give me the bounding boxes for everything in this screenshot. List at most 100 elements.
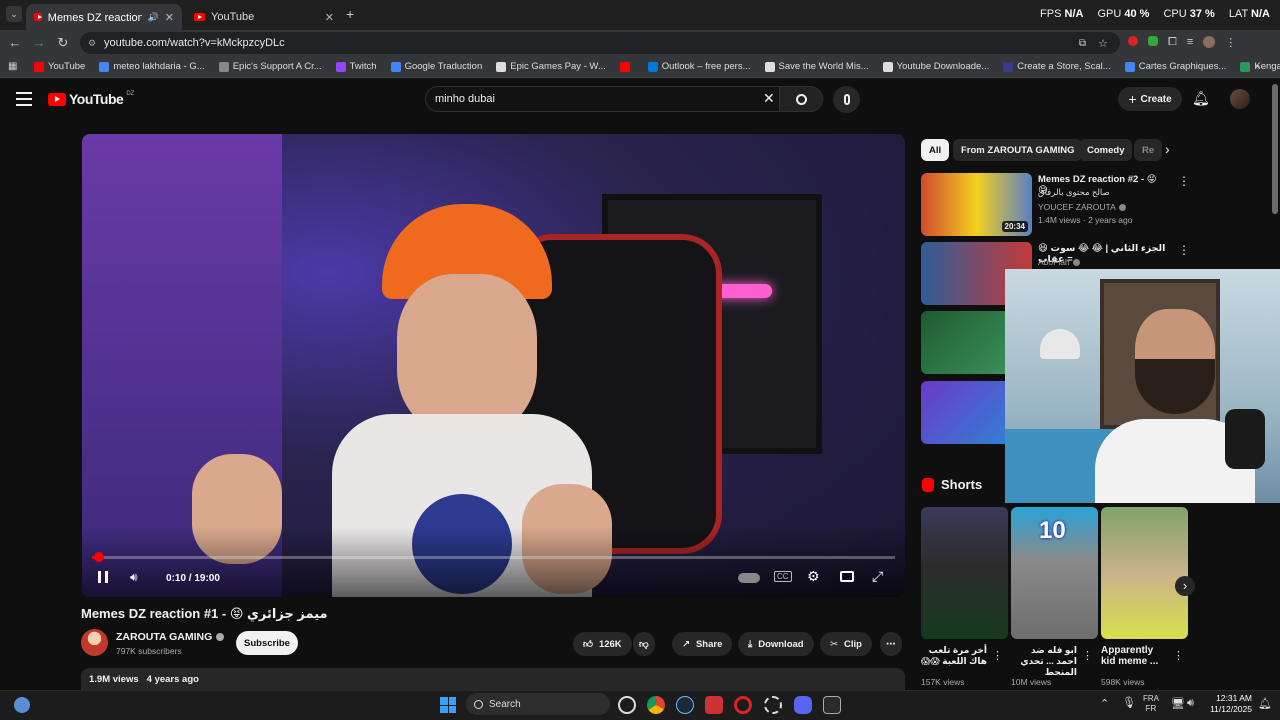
share-button[interactable]: ↗ Share bbox=[672, 632, 733, 656]
bookmark-item[interactable]: Outlook – free pers... bbox=[647, 61, 751, 72]
bookmark-star-icon[interactable]: ☆ bbox=[1098, 37, 1108, 50]
clip-button[interactable]: ✂ Clip bbox=[820, 632, 872, 656]
volume-icon[interactable]: 🔊︎ bbox=[130, 570, 138, 585]
epic-games-icon[interactable] bbox=[823, 696, 841, 714]
more-actions-button[interactable]: ⋯ bbox=[880, 632, 902, 656]
close-tab-icon[interactable]: ✕ bbox=[325, 11, 334, 24]
tray-mic-icon[interactable]: 🎙︎ bbox=[1122, 696, 1136, 709]
notifications-bell-icon[interactable]: 🔔︎ bbox=[1192, 90, 1210, 107]
pause-button[interactable] bbox=[96, 571, 110, 585]
opera-icon[interactable] bbox=[734, 696, 752, 714]
bookmark-item[interactable]: Epic's Support A Cr... bbox=[218, 61, 322, 72]
cast-icon[interactable]: ⧉ bbox=[1079, 38, 1086, 49]
bookmark-item[interactable]: meteo lakhdaria - G... bbox=[99, 61, 205, 72]
bookmark-item[interactable]: Twitch bbox=[335, 61, 377, 72]
extension-red-icon[interactable] bbox=[1128, 36, 1138, 46]
forward-icon[interactable]: → bbox=[30, 34, 48, 52]
subscribe-button[interactable]: Subscribe bbox=[236, 631, 298, 655]
search-button[interactable] bbox=[779, 86, 823, 112]
search-input[interactable]: minho dubai bbox=[425, 86, 779, 112]
progress-bar[interactable] bbox=[92, 552, 895, 562]
short-title-1[interactable]: أخر مرة تلعب هاك اللعبة 😱😱 bbox=[921, 645, 987, 667]
settings-gear-icon[interactable]: ⚙ bbox=[807, 568, 820, 585]
tab-youtube[interactable]: YouTube ✕ bbox=[186, 4, 342, 30]
channel-name[interactable]: ZAROUTA GAMING bbox=[116, 631, 225, 643]
language-indicator[interactable]: FRA FR bbox=[1143, 694, 1159, 714]
short-title-3[interactable]: Apparently kid meme ... bbox=[1101, 645, 1167, 667]
chrome-icon[interactable] bbox=[647, 696, 665, 714]
bookmark-item[interactable]: Youtube Downloade... bbox=[882, 61, 989, 72]
chip-more[interactable]: Re bbox=[1134, 139, 1163, 161]
chip-from-channel[interactable]: From ZAROUTA GAMING bbox=[953, 139, 1083, 161]
miniplayer-icon[interactable] bbox=[840, 571, 854, 582]
site-info-icon[interactable]: ⚙ bbox=[88, 38, 96, 49]
short-menu-icon[interactable]: ⋮ bbox=[992, 649, 1003, 662]
clear-search-icon[interactable]: ✕ bbox=[763, 90, 775, 107]
chip-comedy[interactable]: Comedy bbox=[1079, 139, 1133, 161]
speaker-icon[interactable]: 🔊︎ bbox=[1187, 697, 1194, 710]
bookmark-item[interactable]: Save the World Mis... bbox=[764, 61, 869, 72]
autoplay-toggle[interactable] bbox=[738, 573, 760, 583]
short-thumbnail-3[interactable] bbox=[1101, 507, 1188, 639]
notification-center-icon[interactable]: 🔔︎ bbox=[1258, 697, 1272, 710]
voice-search-button[interactable] bbox=[833, 86, 860, 113]
extension-green-icon[interactable] bbox=[1148, 36, 1158, 46]
media-control-icon[interactable]: ≡ bbox=[1187, 36, 1193, 49]
url-field[interactable]: ⚙ youtube.com/watch?v=kMckpzcyDLc ☆ ⧉ bbox=[80, 32, 1120, 54]
bookmark-item[interactable]: Epic Games Pay - W... bbox=[496, 61, 606, 72]
tab-video[interactable]: Memes DZ reaction #1 - 😝 🔊 ✕ bbox=[26, 4, 182, 30]
page-scrollbar[interactable] bbox=[1272, 84, 1278, 214]
related-menu-icon[interactable]: ⋮ bbox=[1178, 243, 1190, 257]
bookmark-item[interactable] bbox=[619, 61, 634, 72]
chips-next-icon[interactable]: › bbox=[1165, 141, 1170, 157]
short-thumbnail-2[interactable]: 10 bbox=[1011, 507, 1098, 639]
settings-app-icon[interactable] bbox=[764, 696, 782, 714]
download-button[interactable]: ⤓ Download bbox=[738, 632, 814, 656]
menu-icon[interactable] bbox=[16, 92, 32, 106]
extensions-puzzle-icon[interactable]: ⧠ bbox=[1168, 36, 1177, 49]
widgets-icon[interactable] bbox=[14, 697, 30, 713]
tray-chevron-icon[interactable]: ⌃ bbox=[1100, 697, 1109, 710]
youtube-logo[interactable]: YouTube DZ bbox=[48, 91, 134, 107]
short-menu-icon[interactable]: ⋮ bbox=[1082, 649, 1093, 662]
app-icon[interactable] bbox=[705, 696, 723, 714]
description-box[interactable]: 1.9M views 4 years ago bbox=[81, 668, 905, 690]
captions-icon[interactable]: CC bbox=[774, 571, 792, 582]
related-thumbnail-1[interactable]: 20:34 bbox=[921, 173, 1032, 236]
fullscreen-icon[interactable]: ⤢ bbox=[872, 568, 883, 585]
create-button[interactable]: + Create bbox=[1118, 87, 1182, 111]
discord-icon[interactable] bbox=[794, 696, 812, 714]
related-channel-2[interactable]: AboFlah bbox=[1038, 257, 1080, 267]
bookmark-item[interactable]: YouTube bbox=[34, 61, 85, 72]
shorts-next-button[interactable]: › bbox=[1175, 576, 1195, 596]
short-thumbnail-1[interactable] bbox=[921, 507, 1008, 639]
apps-grid-icon[interactable]: ▦ bbox=[8, 61, 17, 72]
bookmarks-overflow-icon[interactable]: » bbox=[1255, 61, 1260, 72]
bookmark-item[interactable]: Create a Store, Scal... bbox=[1003, 61, 1111, 72]
related-menu-icon[interactable]: ⋮ bbox=[1178, 174, 1190, 188]
dislike-button[interactable]: 👎︎ bbox=[633, 632, 655, 656]
network-icon[interactable]: 🖥︎ bbox=[1171, 697, 1185, 710]
tab-list-button[interactable]: ⌄ bbox=[6, 6, 22, 22]
bookmark-item[interactable]: Cartes Graphiques... bbox=[1124, 61, 1226, 72]
browser-menu-icon[interactable]: ⋮ bbox=[1225, 36, 1236, 49]
bookmark-item[interactable]: Google Traduction bbox=[390, 61, 482, 72]
account-avatar[interactable] bbox=[1230, 89, 1250, 109]
chatgpt-icon[interactable] bbox=[618, 696, 636, 714]
short-menu-icon[interactable]: ⋮ bbox=[1173, 649, 1184, 662]
channel-avatar[interactable] bbox=[81, 629, 108, 656]
start-button[interactable] bbox=[440, 697, 456, 713]
clock[interactable]: 12:31 AM 11/12/2025 bbox=[1208, 693, 1252, 715]
profile-avatar[interactable] bbox=[1203, 36, 1216, 48]
bookmark-item[interactable]: Kengan Omega 251... bbox=[1240, 61, 1280, 72]
video-player[interactable]: 🔊︎ 0:10 / 19:00 CC ⚙ ⤢ bbox=[82, 134, 905, 597]
chip-all[interactable]: All bbox=[921, 139, 950, 161]
short-title-2[interactable]: ابو فله ضد احمد ... تحدي المنحط bbox=[1011, 645, 1077, 678]
back-icon[interactable]: ← bbox=[6, 34, 24, 52]
related-channel-1[interactable]: YOUCEF ZAROUTA bbox=[1038, 202, 1126, 212]
new-tab-button[interactable]: + bbox=[346, 6, 354, 22]
taskbar-search[interactable]: Search bbox=[466, 693, 610, 715]
close-tab-icon[interactable]: ✕ bbox=[165, 11, 174, 24]
steam-icon[interactable] bbox=[676, 696, 694, 714]
reload-icon[interactable]: ↻ bbox=[54, 34, 72, 52]
